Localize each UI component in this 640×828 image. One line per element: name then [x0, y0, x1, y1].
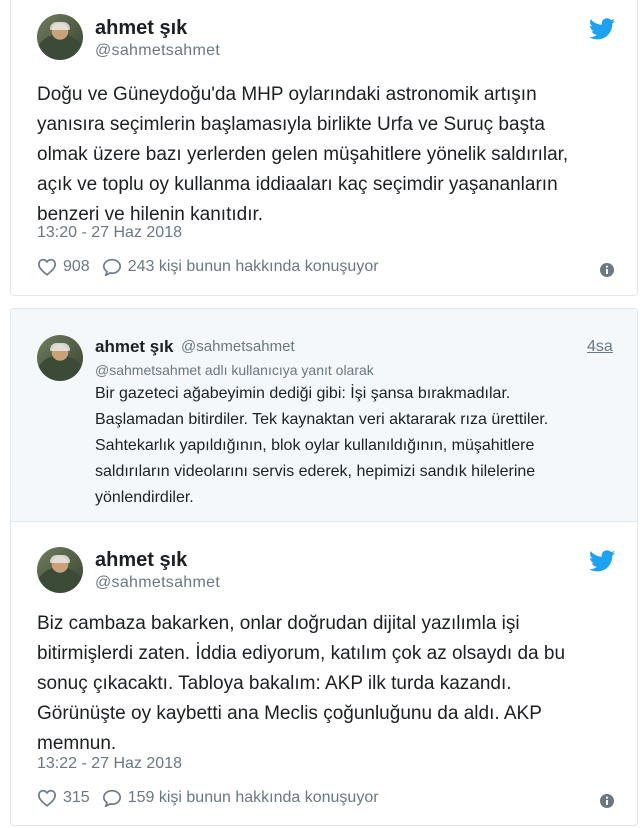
author-name[interactable]: ahmet şık [95, 549, 187, 572]
info-icon[interactable] [599, 793, 615, 809]
twitter-bird-icon[interactable] [589, 18, 615, 40]
conversation-link[interactable]: 243 kişi bunun hakkında konuşuyor [128, 258, 379, 276]
heart-icon[interactable] [37, 789, 57, 807]
reply-line: Sahtekarlık yapıldığının, blok oylar kul… [95, 437, 535, 454]
tweet-line: Biz cambaza bakarken, onlar doğrudan dij… [37, 613, 520, 634]
comment-icon[interactable] [102, 258, 122, 276]
like-count[interactable]: 908 [63, 258, 90, 276]
avatar[interactable] [37, 14, 83, 60]
tweet-line: sonuç çıkacaktı. Tabloya bakalım: AKP il… [37, 673, 512, 694]
reply-context[interactable]: ahmet şık @sahmetsahmet 4sa @sahmetsahme… [11, 309, 637, 522]
tweet-actions: 315 159 kişi bunun hakkında konuşuyor [37, 789, 379, 807]
author-handle[interactable]: @sahmetsahmet [95, 42, 220, 60]
tweet-line: yanısıra seçimlerin başlamasıyla birlikt… [37, 114, 545, 135]
comment-icon[interactable] [102, 789, 122, 807]
conversation-link[interactable]: 159 kişi bunun hakkında konuşuyor [128, 789, 379, 807]
timestamp[interactable]: 13:22 - 27 Haz 2018 [37, 755, 182, 773]
tweet-text: Biz cambaza bakarken, onlar doğrudan dij… [37, 609, 565, 759]
tweet-line: Görünüşte oy kaybetti ana Meclis çoğunlu… [37, 703, 542, 724]
tweet-line: olmak üzere bazı yerlerden gelen müşahit… [37, 144, 569, 165]
reply-author-name[interactable]: ahmet şık [95, 337, 173, 357]
tweet-text: Doğu ve Güneydoğu'da MHP oylarındaki ast… [37, 80, 568, 230]
reply-time[interactable]: 4sa [587, 338, 613, 356]
heart-icon[interactable] [37, 258, 57, 276]
reply-text: Bir gazeteci ağabeyimin dediği gibi: İşi… [95, 381, 548, 511]
tweet-actions: 908 243 kişi bunun hakkında konuşuyor [37, 258, 379, 276]
reply-to-label: @sahmetsahmet adlı kullanıcıya yanıt ola… [95, 362, 374, 378]
timestamp[interactable]: 13:20 - 27 Haz 2018 [37, 224, 182, 242]
tweet-line: Doğu ve Güneydoğu'da MHP oylarındaki ast… [37, 84, 537, 105]
reply-line: yönlendirdiler. [95, 489, 194, 506]
tweet-card-1: ahmet şık @sahmetsahmet Doğu ve Güneydoğ… [10, 0, 638, 296]
avatar[interactable] [37, 547, 83, 593]
like-count[interactable]: 315 [63, 789, 90, 807]
reply-line: Bir gazeteci ağabeyimin dediği gibi: İşi… [95, 385, 511, 402]
reply-line: Başlamadan bitirdiler. Tek kaynaktan ver… [95, 411, 549, 428]
tweet-line: açık ve toplu oy kullanma iddiaaları kaç… [37, 174, 558, 195]
reply-line: saldırıların videolarını servis ederek, … [95, 463, 536, 480]
author-name[interactable]: ahmet şık [95, 17, 187, 40]
reply-author-handle[interactable]: @sahmetsahmet [181, 338, 295, 355]
twitter-bird-icon[interactable] [589, 550, 615, 572]
tweet-card-2: ahmet şık @sahmetsahmet 4sa @sahmetsahme… [10, 308, 638, 826]
author-handle[interactable]: @sahmetsahmet [95, 574, 220, 592]
avatar[interactable] [37, 335, 83, 381]
tweet-line: bitirmişlerdi zaten. İddia ediyorum, kat… [37, 643, 566, 664]
info-icon[interactable] [599, 262, 615, 278]
